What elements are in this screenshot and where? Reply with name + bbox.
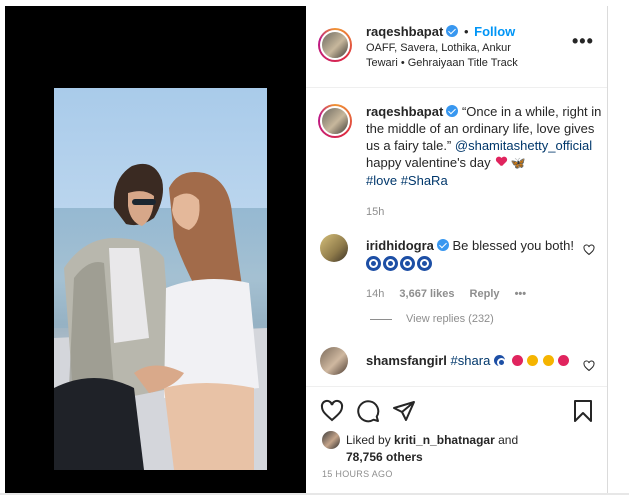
author-username[interactable]: raqeshbapat xyxy=(366,24,443,39)
likes-text: Liked by kriti_n_bhatnagar and 78,756 ot… xyxy=(346,433,519,464)
caption-username[interactable]: raqeshbapat xyxy=(366,104,443,119)
caption-author-avatar[interactable] xyxy=(318,104,352,138)
save-bookmark-icon[interactable] xyxy=(572,399,594,423)
author-avatar[interactable] xyxy=(318,28,352,62)
comment-meta: 14h 3,667 likes Reply ••• xyxy=(366,288,538,300)
caption-hashtags[interactable]: #love #ShaRa xyxy=(366,173,448,188)
caption-text-block: raqeshbapat “Once in a while, right in t… xyxy=(366,103,602,189)
commenter-avatar[interactable] xyxy=(320,234,348,262)
post-media[interactable] xyxy=(5,6,306,495)
comment-body: Be blessed you both! xyxy=(452,238,574,253)
comment-like-heart-icon[interactable] xyxy=(583,360,595,372)
post-timestamp[interactable]: 15 HOURS AGO xyxy=(322,469,393,479)
nazar-amulet-emoji-icon xyxy=(366,256,381,271)
comment-username[interactable]: iridhidogra xyxy=(366,238,434,253)
comment-text-line: shamsfangirl #shara xyxy=(366,352,570,369)
heart-eyes-emoji-icon xyxy=(527,355,539,366)
comment-like-heart-icon[interactable] xyxy=(583,244,595,256)
comment-more-icon[interactable]: ••• xyxy=(515,288,527,300)
likes-others-count[interactable]: 78,756 others xyxy=(346,450,423,464)
more-options-icon[interactable]: ••• xyxy=(572,32,594,50)
caption-mention-link[interactable]: @shamitashetty_official xyxy=(455,138,592,153)
follow-button[interactable]: Follow xyxy=(474,24,515,39)
view-replies-button[interactable]: View replies (232) xyxy=(370,313,494,325)
comment-hashtag[interactable]: #shara xyxy=(451,353,491,368)
heart-emoji-icon xyxy=(558,355,570,366)
nazar-emoji-row xyxy=(366,256,434,276)
comment-text-line: iridhidogra Be blessed you both! xyxy=(366,237,574,254)
photo-illustration xyxy=(54,163,267,470)
smiling-hearts-emoji-icon xyxy=(542,355,554,366)
post-action-bar xyxy=(306,386,607,430)
nazar-amulet-emoji-icon xyxy=(417,256,432,271)
caption-time[interactable]: 15h xyxy=(366,206,384,218)
verified-badge-icon xyxy=(446,105,459,117)
comment-likes[interactable]: 3,667 likes xyxy=(399,288,454,300)
liker-avatar[interactable] xyxy=(322,431,340,449)
nazar-amulet-emoji-icon xyxy=(400,256,415,271)
instagram-post-window: raqeshbapat • Follow OAFF, Savera, Lothi… xyxy=(0,0,629,495)
header-title-line: raqeshbapat • Follow xyxy=(366,24,516,39)
caption-line2: happy valentine's day xyxy=(366,155,491,170)
post-side-panel: raqeshbapat • Follow OAFF, Savera, Lothi… xyxy=(306,6,607,495)
butterfly-emoji-icon: 🦋 xyxy=(510,156,526,170)
nazar-amulet-emoji-icon xyxy=(493,355,506,367)
nazar-amulet-emoji-icon xyxy=(383,256,398,271)
like-heart-icon[interactable] xyxy=(320,399,344,423)
post-header: raqeshbapat • Follow OAFF, Savera, Lothi… xyxy=(306,6,607,88)
comment-reply-button[interactable]: Reply xyxy=(470,288,500,300)
share-paper-plane-icon[interactable] xyxy=(392,399,416,423)
comment-username[interactable]: shamsfangirl xyxy=(366,353,447,368)
post-location[interactable]: OAFF, Savera, Lothika, Ankur Tewari • Ge… xyxy=(366,41,526,71)
verified-badge-icon xyxy=(436,239,449,251)
panel-border xyxy=(607,6,608,495)
liker-username[interactable]: kriti_n_bhatnagar xyxy=(394,433,495,447)
post-photo[interactable] xyxy=(54,88,267,470)
heart-emoji-icon xyxy=(511,355,523,366)
verified-badge-icon xyxy=(446,25,459,37)
comment-bubble-icon[interactable] xyxy=(356,399,380,423)
red-heart-emoji-icon xyxy=(496,157,507,167)
comment-time[interactable]: 14h xyxy=(366,288,384,300)
commenter-avatar[interactable] xyxy=(320,347,348,375)
